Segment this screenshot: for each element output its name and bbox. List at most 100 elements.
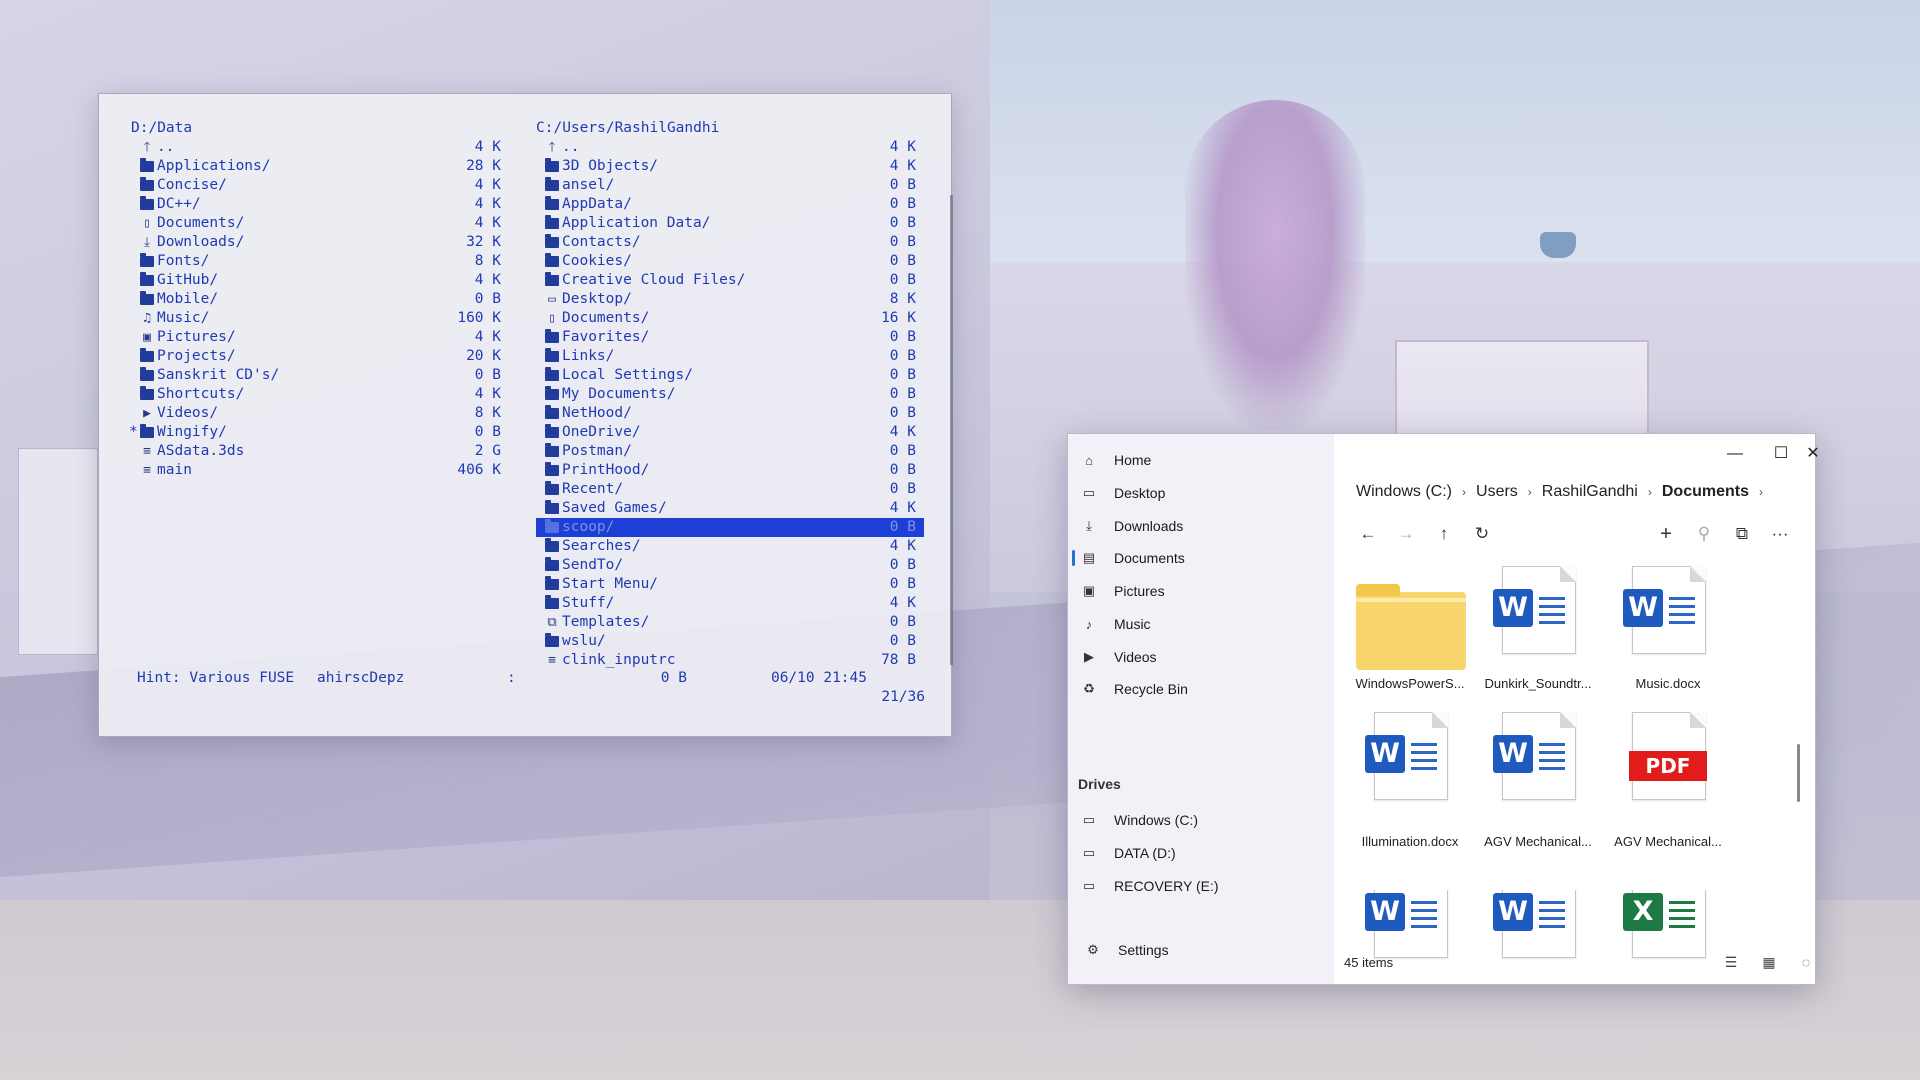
file-item[interactable]: PDF AGV Mechanical... bbox=[1606, 712, 1730, 852]
file-row[interactable]: ≡ ASdata.3ds 2 G bbox=[131, 442, 509, 461]
file-row[interactable]: Links/0 B bbox=[536, 347, 924, 366]
sidebar-drive-item[interactable]: ▭ Windows (C:) bbox=[1078, 802, 1326, 838]
left-pane[interactable]: D:/Data 🡑.. 4 K Applications/28 K Concise/4… bbox=[129, 119, 509, 480]
left-file-list[interactable]: 🡑.. 4 K Applications/28 K Concise/4 K DC++/4… bbox=[129, 138, 509, 480]
file-row[interactable]: 🡑.. 4 K bbox=[536, 138, 924, 157]
file-row-selected[interactable]: scoop/0 B bbox=[536, 518, 924, 537]
file-row[interactable]: Sanskrit CD's/0 B bbox=[131, 366, 509, 385]
file-row[interactable]: Applications/28 K bbox=[131, 157, 509, 176]
file-row[interactable]: ⤓ Downloads/32 K bbox=[131, 233, 509, 252]
file-row[interactable]: Start Menu/0 B bbox=[536, 575, 924, 594]
file-row[interactable]: 🡑.. 4 K bbox=[131, 138, 509, 157]
right-pane[interactable]: C:/Users/RashilGandhi 🡑.. 4 K 3D Objects/4… bbox=[536, 119, 924, 670]
file-row[interactable]: NetHood/0 B bbox=[536, 404, 924, 423]
file-explorer-window[interactable]: ⌂ Home ▭ Desktop ⤓ Downloads ▤ Documents ▣ Pictur… bbox=[1067, 433, 1820, 985]
sidebar-item-recycle-bin[interactable]: ♻ Recycle Bin bbox=[1078, 671, 1326, 707]
breadcrumb-item[interactable]: RashilGandhi bbox=[1542, 483, 1638, 501]
file-item[interactable]: W Dunkirk_Soundtr... bbox=[1476, 566, 1600, 694]
file-row[interactable]: * Wingify/0 B bbox=[129, 423, 509, 442]
chevron-right-icon[interactable]: › bbox=[1462, 485, 1466, 499]
file-item[interactable]: W Illumination.docx bbox=[1348, 712, 1472, 852]
sidebar-item-documents[interactable]: ▤ Documents bbox=[1072, 540, 1326, 576]
file-item[interactable]: X bbox=[1606, 890, 1730, 968]
folder-icon bbox=[542, 632, 562, 651]
back-button[interactable]: ← bbox=[1354, 520, 1382, 548]
file-row[interactable]: Projects/20 K bbox=[131, 347, 509, 366]
settings-button[interactable]: ⚙ Settings bbox=[1082, 932, 1330, 968]
right-file-list[interactable]: 🡑.. 4 K 3D Objects/4 Kansel/0 B AppData/0 B… bbox=[536, 138, 924, 670]
file-row[interactable]: ▯ Documents/4 K bbox=[131, 214, 509, 233]
breadcrumb-item[interactable]: Windows (C:) bbox=[1356, 483, 1452, 501]
sidebar-item-pictures[interactable]: ▣ Pictures bbox=[1078, 573, 1326, 609]
forward-button[interactable]: → bbox=[1392, 520, 1420, 548]
file-size: 0 B bbox=[889, 405, 916, 421]
sidebar-item-videos[interactable]: ▶ Videos bbox=[1078, 639, 1326, 675]
file-row[interactable]: Stuff/4 K bbox=[536, 594, 924, 613]
file-row[interactable]: ≡ main 406 K bbox=[131, 461, 509, 480]
sidebar-drive-item[interactable]: ▭ DATA (D:) bbox=[1078, 835, 1326, 871]
doc-line bbox=[1669, 901, 1695, 904]
file-row[interactable]: Favorites/0 B bbox=[536, 328, 924, 347]
file-row[interactable]: DC++/ 4 K bbox=[131, 195, 509, 214]
chevron-right-icon[interactable]: › bbox=[1759, 485, 1763, 499]
grid-scrollbar[interactable] bbox=[1797, 744, 1800, 802]
file-row[interactable]: Shortcuts/4 K bbox=[131, 385, 509, 404]
file-row[interactable]: SendTo/0 B bbox=[536, 556, 924, 575]
file-row[interactable]: ♫ Music/160 K bbox=[131, 309, 509, 328]
file-row[interactable]: AppData/0 B bbox=[536, 195, 924, 214]
file-row[interactable]: ▭ Desktop/8 K bbox=[536, 290, 924, 309]
file-row[interactable]: 3D Objects/4 K bbox=[536, 157, 924, 176]
file-item[interactable]: W AGV Mechanical... bbox=[1476, 712, 1600, 852]
chevron-right-icon[interactable]: › bbox=[1648, 485, 1652, 499]
file-row[interactable]: Mobile/0 B bbox=[131, 290, 509, 309]
file-row[interactable]: Fonts/8 K bbox=[131, 252, 509, 271]
file-item[interactable]: W bbox=[1476, 890, 1600, 968]
search-button[interactable]: ⚲ bbox=[1690, 520, 1718, 548]
file-row[interactable]: Recent/0 B bbox=[536, 480, 924, 499]
breadcrumb-item[interactable]: Documents bbox=[1662, 483, 1749, 501]
file-item[interactable]: W Music.docx bbox=[1606, 566, 1730, 694]
file-row[interactable]: ▶ Videos/8 K bbox=[131, 404, 509, 423]
sidebar-drive-item[interactable]: ▭ RECOVERY (E:) bbox=[1078, 868, 1326, 904]
file-row[interactable]: Postman/0 B bbox=[536, 442, 924, 461]
file-row[interactable]: ▣ Pictures/4 K bbox=[131, 328, 509, 347]
breadcrumb-item[interactable]: Users bbox=[1476, 483, 1518, 501]
file-row[interactable]: Saved Games/4 K bbox=[536, 499, 924, 518]
file-row[interactable]: ansel/0 B bbox=[536, 176, 924, 195]
refresh-button[interactable]: ↻ bbox=[1468, 520, 1496, 548]
file-row[interactable]: Creative Cloud Files/0 B bbox=[536, 271, 924, 290]
file-row[interactable]: ⧉ Templates/0 B bbox=[536, 613, 924, 632]
file-row[interactable]: ▯ Documents/16 K bbox=[536, 309, 924, 328]
close-button[interactable]: ✕ bbox=[1791, 442, 1835, 466]
file-row[interactable]: Concise/4 K bbox=[131, 176, 509, 195]
file-row[interactable]: GitHub/4 K bbox=[131, 271, 509, 290]
sidebar-item-downloads[interactable]: ⤓ Downloads bbox=[1078, 508, 1326, 544]
file-row[interactable]: ≡ clink_inputrc 78 B bbox=[536, 651, 924, 670]
new-item-button[interactable]: + bbox=[1652, 520, 1680, 548]
file-name: Documents/ bbox=[157, 215, 245, 231]
file-row[interactable]: My Documents/0 B bbox=[536, 385, 924, 404]
minimize-button[interactable]: — bbox=[1713, 442, 1757, 466]
file-row[interactable]: PrintHood/0 B bbox=[536, 461, 924, 480]
file-row[interactable]: Searches/4 K bbox=[536, 537, 924, 556]
file-item[interactable]: WindowsPowerS... bbox=[1348, 574, 1472, 694]
terminal-scrollbar[interactable] bbox=[950, 195, 953, 665]
terminal-window[interactable]: D:/Data 🡑.. 4 K Applications/28 K Concise/4… bbox=[98, 93, 952, 737]
layout-icon[interactable]: ▦ bbox=[1757, 950, 1781, 974]
doc-line bbox=[1411, 751, 1437, 754]
sidebar-item-desktop[interactable]: ▭ Desktop bbox=[1078, 475, 1326, 511]
file-name: Saved Games/ bbox=[562, 500, 667, 516]
file-row[interactable]: OneDrive/4 K bbox=[536, 423, 924, 442]
file-row[interactable]: Local Settings/0 B bbox=[536, 366, 924, 385]
chevron-right-icon[interactable]: › bbox=[1528, 485, 1532, 499]
sidebar-item-music[interactable]: ♪ Music bbox=[1078, 606, 1326, 642]
up-button[interactable]: ↑ bbox=[1430, 520, 1458, 548]
file-row[interactable]: Cookies/0 B bbox=[536, 252, 924, 271]
view-toggle-button[interactable]: ⧉ bbox=[1728, 520, 1756, 548]
file-row[interactable]: Contacts/0 B bbox=[536, 233, 924, 252]
file-row[interactable]: Application Data/0 B bbox=[536, 214, 924, 233]
more-options-button[interactable]: ··· bbox=[1766, 520, 1794, 548]
sidebar-item-home[interactable]: ⌂ Home bbox=[1078, 442, 1326, 478]
file-row[interactable]: wslu/0 B bbox=[536, 632, 924, 651]
details-view-icon[interactable]: ☰ bbox=[1719, 950, 1743, 974]
